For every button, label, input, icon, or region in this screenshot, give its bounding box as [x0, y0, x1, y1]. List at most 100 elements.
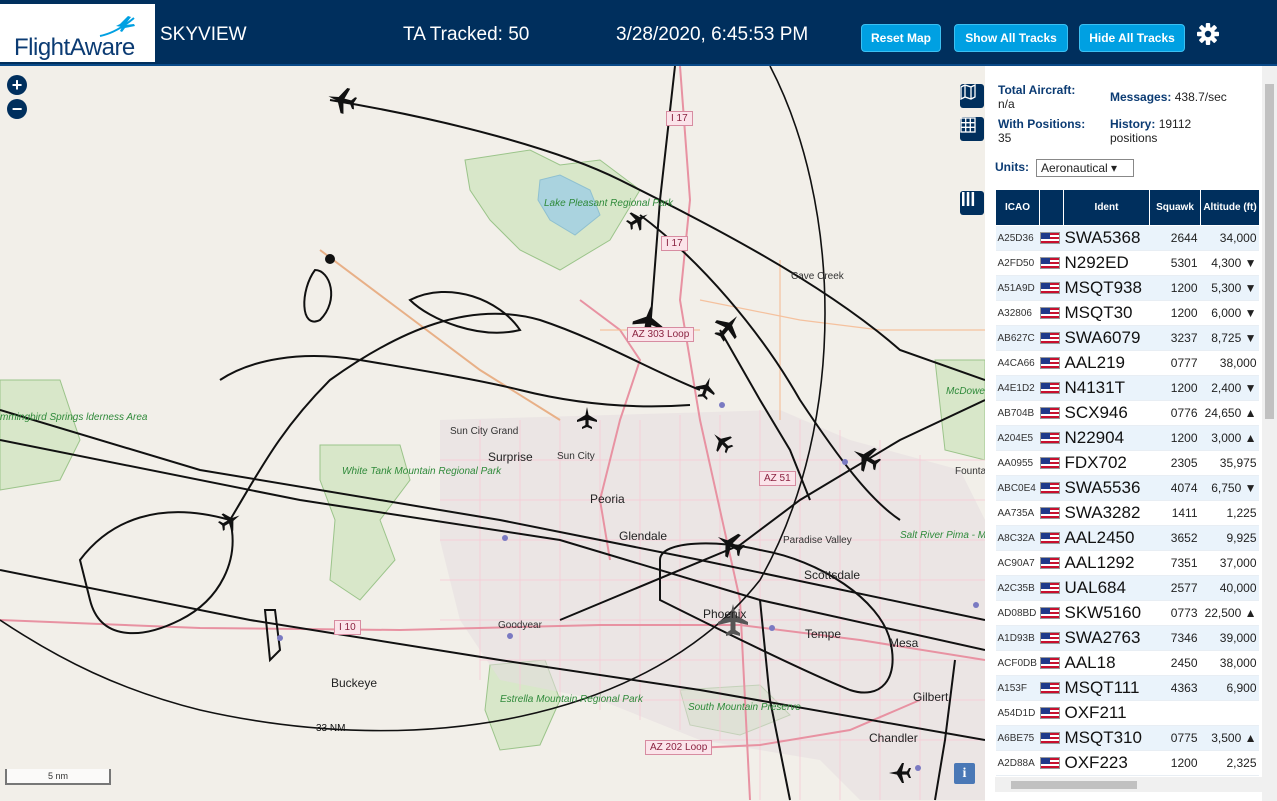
table-row[interactable]: AB627C SWA6079 3237 8,725 ▼: [995, 325, 1259, 351]
table-row[interactable]: A153F MSQT111 4363 6,900: [995, 675, 1259, 701]
map-view[interactable]: Lake Pleasant Regional Park Cave Creek S…: [0, 66, 985, 801]
gear-icon[interactable]: [1195, 21, 1221, 47]
table-row[interactable]: A2FD50 N292ED 5301 4,300 ▼: [995, 250, 1259, 276]
icao-cell: AA0955: [995, 450, 1040, 476]
units-label: Units:: [995, 160, 1029, 174]
road-shield-i17: I 17: [661, 236, 688, 251]
messages-label: Messages:: [1110, 90, 1172, 104]
us-flag-icon: [1039, 332, 1060, 345]
columns-toggle-button[interactable]: [960, 191, 984, 215]
column-header-icao[interactable]: ICAO: [995, 189, 1040, 226]
us-flag-icon: [1039, 725, 1064, 751]
table-row[interactable]: A8C32A AAL2450 3652 9,925: [995, 525, 1259, 551]
icao-cell: A6BE75: [995, 725, 1040, 751]
aircraft-icon[interactable]: [215, 507, 244, 535]
altitude-cell: 3,000 ▲: [1200, 425, 1259, 451]
road-shield-i17: I 17: [666, 111, 693, 126]
icao-cell: AB704B: [995, 400, 1040, 426]
icao-cell: AB627C: [995, 325, 1040, 351]
squawk-cell: 1200: [1149, 275, 1201, 301]
table-row[interactable]: AD08BD SKW5160 0773 22,500 ▲: [995, 600, 1259, 626]
map-layer-button[interactable]: [960, 84, 984, 108]
aircraft-table[interactable]: ICAO Ident Squawk Altitude (ft) A25D36 SW…: [995, 189, 1259, 801]
reset-map-button[interactable]: Reset Map: [861, 24, 941, 52]
us-flag-icon: [1039, 700, 1064, 726]
icao-cell: A4E1D2: [995, 375, 1040, 401]
table-row[interactable]: A2C35B UAL684 2577 40,000: [995, 575, 1259, 601]
columns-icon: [962, 192, 975, 206]
us-flag-icon: [1039, 300, 1064, 326]
altitude-cell: 4,300 ▼: [1200, 250, 1259, 276]
us-flag-icon: [1039, 375, 1064, 401]
info-button[interactable]: i: [954, 763, 975, 784]
history-stat: History: 19112 positions: [1110, 117, 1220, 145]
zoom-out-button[interactable]: −: [7, 99, 27, 119]
total-aircraft-value: n/a: [998, 97, 1015, 111]
table-row[interactable]: ACF0DB AAL18 2450 38,000: [995, 650, 1259, 676]
altitude-cell: 38,000: [1200, 650, 1259, 676]
us-flag-icon: [1039, 325, 1064, 351]
grid-toggle-button[interactable]: [960, 117, 984, 141]
altitude-cell: 9,925: [1200, 525, 1259, 551]
table-row[interactable]: AA735A SWA3282 1411 1,225: [995, 500, 1259, 526]
map-label-white-tank: White Tank Mountain Regional Park: [342, 466, 502, 477]
table-row[interactable]: AA0955 FDX702 2305 35,975: [995, 450, 1259, 476]
top-bar: FlightAware SKYVIEW TA Tracked: 50 3/28/…: [0, 0, 1277, 66]
show-all-tracks-button[interactable]: Show All Tracks: [954, 24, 1068, 52]
map-label-lake-pleasant: Lake Pleasant Regional Park: [544, 198, 673, 209]
ident-cell: N22904: [1063, 425, 1150, 451]
grid-icon: [960, 117, 976, 133]
icao-cell: A204E5: [995, 425, 1040, 451]
map-label-hummingbird: mmingbird Springs lderness Area: [0, 412, 148, 423]
icao-cell: AA735A: [995, 500, 1040, 526]
table-row[interactable]: AB704B SCX946 0776 24,650 ▲: [995, 400, 1259, 426]
altitude-cell: 38,000: [1200, 350, 1259, 376]
us60-road: [319, 249, 561, 421]
messages-stat: Messages: 438.7/sec: [1110, 90, 1275, 104]
table-row[interactable]: A4E1D2 N4131T 1200 2,400 ▼: [995, 375, 1259, 401]
table-row[interactable]: AC90A7 AAL1292 7351 37,000: [995, 550, 1259, 576]
units-select[interactable]: Aeronautical ▾: [1036, 159, 1134, 177]
horizontal-scrollbar-thumb[interactable]: [1011, 781, 1137, 789]
ident-cell: SWA3282: [1063, 500, 1150, 526]
flightaware-logo[interactable]: FlightAware: [0, 4, 155, 62]
table-row[interactable]: A25D36 SWA5368 2644 34,000: [995, 225, 1259, 251]
mcdowell-park: [934, 359, 985, 461]
table-row[interactable]: A6BE75 MSQT310 0775 3,500 ▲: [995, 725, 1259, 751]
squawk-cell: 0775: [1149, 725, 1201, 751]
table-row[interactable]: A54D1D OXF211: [995, 700, 1259, 726]
road-shield-az51: AZ 51: [759, 471, 796, 486]
column-header-flag[interactable]: [1039, 189, 1064, 226]
us-flag-icon: [1039, 525, 1064, 551]
icao-cell: AC90A7: [995, 550, 1040, 576]
map-label-estrella: Estrella Mountain Regional Park: [500, 694, 643, 705]
track-loop-3: [78, 511, 234, 635]
table-row[interactable]: A32806 MSQT30 1200 6,000 ▼: [995, 300, 1259, 326]
table-row[interactable]: A4CA66 AAL219 0777 38,000: [995, 350, 1259, 376]
us-flag-icon: [1039, 450, 1064, 476]
airport-icon: [719, 402, 725, 408]
table-row[interactable]: A204E5 N22904 1200 3,000 ▲: [995, 425, 1259, 451]
altitude-cell: 37,000: [1200, 550, 1259, 576]
table-row[interactable]: A51A9D MSQT938 1200 5,300 ▼: [995, 275, 1259, 301]
vertical-scrollbar-thumb[interactable]: [1265, 84, 1274, 419]
icao-cell: AD08BD: [995, 600, 1040, 626]
map-label-salt-river: Salt River Pima - Maricopa Indian Commun…: [900, 530, 985, 541]
hide-all-tracks-button[interactable]: Hide All Tracks: [1079, 24, 1185, 52]
ident-cell: SKW5160: [1063, 600, 1150, 626]
ident-cell: AAL1292: [1063, 550, 1150, 576]
us-flag-icon: [1039, 432, 1060, 445]
table-row[interactable]: A2D88A OXF223 1200 2,325: [995, 750, 1259, 776]
us-flag-icon: [1039, 250, 1064, 276]
column-header-altitude[interactable]: Altitude (ft): [1200, 189, 1259, 226]
icao-cell: A8C32A: [995, 525, 1040, 551]
map-label-surprise: Surprise: [488, 450, 533, 464]
table-row[interactable]: ABC0E4 SWA5536 4074 6,750 ▼: [995, 475, 1259, 501]
table-row[interactable]: A1D93B SWA2763 7346 39,000: [995, 625, 1259, 651]
airport-icon: [842, 459, 848, 465]
column-header-ident[interactable]: Ident: [1063, 189, 1150, 226]
us-flag-icon: [1039, 275, 1064, 301]
column-header-squawk[interactable]: Squawk: [1149, 189, 1201, 226]
us-flag-icon: [1039, 307, 1060, 320]
zoom-in-button[interactable]: +: [7, 75, 27, 95]
